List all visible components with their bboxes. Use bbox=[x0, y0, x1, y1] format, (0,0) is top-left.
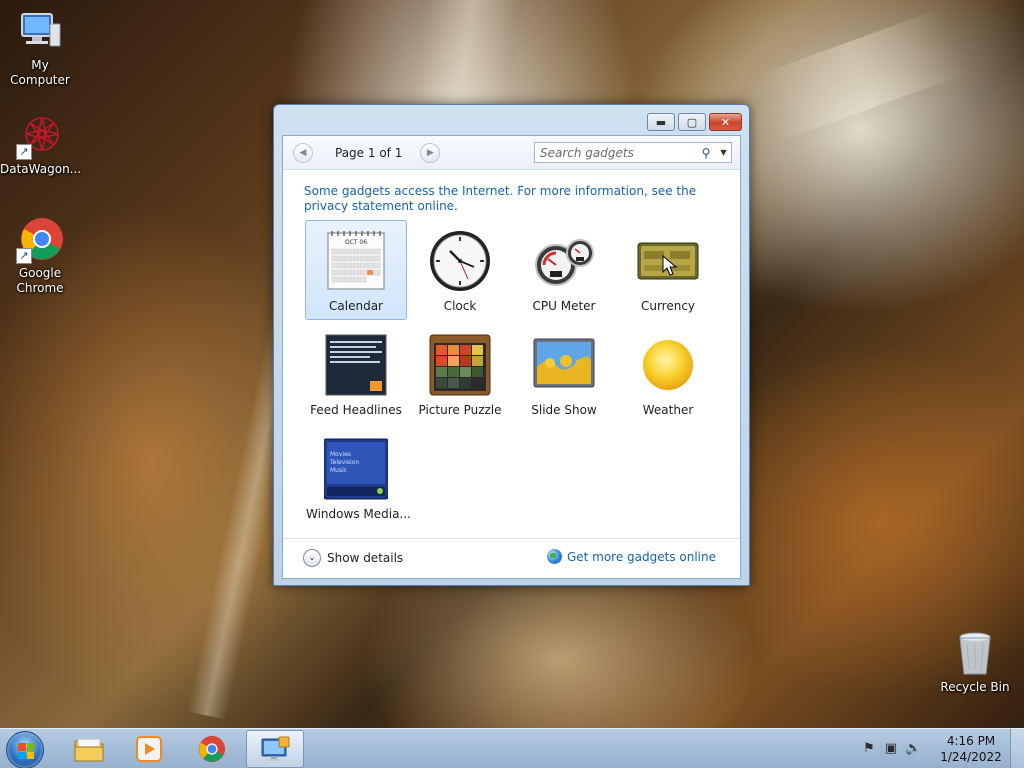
slide-show-icon bbox=[532, 333, 596, 397]
clock-icon bbox=[428, 229, 492, 293]
taskbar: ⚑ ▣ 🔈 4:16 PM 1/24/2022 bbox=[0, 728, 1024, 768]
volume-icon[interactable]: 🔈 bbox=[905, 741, 921, 757]
desktop-icon-datawagon[interactable]: ↗ DataWagon... bbox=[0, 112, 82, 177]
gadget-tile-weather[interactable]: Weather bbox=[617, 324, 719, 424]
show-desktop-button[interactable] bbox=[1010, 729, 1024, 768]
taskbar-chrome-button[interactable] bbox=[183, 730, 241, 768]
recycle-bin-icon bbox=[951, 630, 999, 678]
desktop-icon-label: DataWagon... bbox=[0, 162, 82, 176]
chevron-down-icon: ⌄ bbox=[303, 549, 321, 567]
wallpaper-highlight bbox=[412, 0, 518, 110]
media-menu-item: Movies bbox=[330, 451, 351, 458]
datawagon-icon: ↗ bbox=[16, 112, 64, 160]
gadget-name: Picture Puzzle bbox=[418, 403, 502, 417]
calendar-month-label: OCT 06 bbox=[344, 239, 368, 246]
media-menu-item: Music bbox=[330, 467, 348, 474]
search-dropdown-button[interactable]: ▼ bbox=[715, 148, 731, 157]
gadget-tile-feed-headlines[interactable]: Feed Headlines bbox=[305, 324, 407, 424]
privacy-info-link[interactable]: Some gadgets access the Internet. For mo… bbox=[304, 184, 714, 214]
mouse-cursor-icon bbox=[662, 255, 678, 276]
gadgets-window[interactable]: ▬ ▢ ✕ ◀ Page 1 of 1 ▶ ⚲ ▼ bbox=[273, 104, 750, 586]
desktop-icon-recycle-bin[interactable]: Recycle Bin bbox=[935, 630, 1015, 695]
shortcut-arrow-icon: ↗ bbox=[16, 144, 32, 160]
weather-icon bbox=[636, 333, 700, 397]
wallpaper-highlight bbox=[754, 7, 966, 143]
taskbar-clock[interactable]: 4:16 PM 1/24/2022 bbox=[932, 733, 1010, 765]
gadget-tile-clock[interactable]: Clock bbox=[409, 220, 511, 320]
close-icon: ✕ bbox=[720, 115, 731, 129]
details-bar: ⌄ Show details Get more gadgets online bbox=[283, 538, 740, 578]
taskbar-gadgets-button[interactable] bbox=[246, 730, 304, 768]
next-page-button[interactable]: ▶ bbox=[420, 143, 441, 163]
chrome-icon bbox=[198, 735, 226, 763]
gadget-name: Currency bbox=[640, 299, 696, 313]
currency-icon bbox=[636, 229, 700, 293]
gadget-tile-windows-media-center[interactable]: Movies Television Music Windows Media... bbox=[305, 428, 411, 528]
shortcut-arrow-icon: ↗ bbox=[16, 248, 32, 264]
restore-icon: ▢ bbox=[686, 115, 698, 129]
minimize-button[interactable]: ▬ bbox=[647, 113, 675, 131]
gadget-name: CPU Meter bbox=[532, 299, 596, 313]
gadgets-panel: ◀ Page 1 of 1 ▶ ⚲ ▼ Some gadgets access … bbox=[282, 135, 741, 579]
windows-media-icon: Movies Television Music bbox=[323, 437, 389, 501]
get-more-gadgets-label: Get more gadgets online bbox=[566, 549, 716, 564]
desktop-icon-label: My Computer bbox=[10, 58, 70, 87]
previous-page-button[interactable]: ◀ bbox=[293, 143, 313, 163]
window-controls: ▬ ▢ ✕ bbox=[647, 113, 742, 131]
clock-time: 4:16 PM bbox=[946, 734, 996, 748]
gadget-name: Calendar bbox=[329, 299, 383, 313]
chrome-icon: ↗ bbox=[16, 216, 64, 264]
action-center-flag-icon[interactable]: ⚑ bbox=[861, 741, 877, 757]
desktop-icon-label: Google Chrome bbox=[16, 266, 64, 295]
globe-icon bbox=[546, 549, 562, 564]
gadget-tile-calendar[interactable]: OCT 06 Calendar bbox=[305, 220, 407, 320]
start-button[interactable] bbox=[6, 731, 44, 768]
pager: ◀ Page 1 of 1 ▶ bbox=[293, 143, 441, 163]
gadget-name: Weather bbox=[642, 403, 694, 417]
taskbar-explorer-button[interactable] bbox=[60, 730, 118, 768]
search-box: ⚲ ▼ bbox=[534, 142, 732, 163]
media-player-icon bbox=[136, 736, 162, 762]
desktop-icon-my-computer[interactable]: My Computer bbox=[0, 8, 80, 88]
network-icon[interactable]: ▣ bbox=[883, 741, 899, 757]
cpu-meter-icon bbox=[532, 229, 596, 293]
gadget-name: Windows Media... bbox=[306, 507, 411, 521]
get-more-gadgets-link[interactable]: Get more gadgets online bbox=[546, 549, 716, 564]
media-menu-item: Television bbox=[330, 459, 360, 466]
search-input[interactable] bbox=[535, 143, 697, 162]
page-indicator: Page 1 of 1 bbox=[335, 146, 403, 160]
desktop-icon-label: Recycle Bin bbox=[940, 680, 1010, 694]
picture-puzzle-icon bbox=[428, 333, 492, 397]
search-icon[interactable]: ⚲ bbox=[697, 146, 715, 160]
desktop-icon-google-chrome[interactable]: ↗ Google Chrome bbox=[0, 216, 80, 296]
chevron-right-icon: ▶ bbox=[426, 148, 434, 158]
taskbar-media-player-button[interactable] bbox=[120, 730, 178, 768]
gadget-tile-cpu-meter[interactable]: CPU Meter bbox=[513, 220, 615, 320]
windows-logo-icon bbox=[18, 743, 34, 759]
media-menu: Movies Television Music bbox=[330, 451, 359, 475]
explorer-icon bbox=[74, 738, 104, 762]
chevron-left-icon: ◀ bbox=[299, 148, 307, 158]
gadget-name: Clock bbox=[443, 299, 477, 313]
gadget-tile-slide-show[interactable]: Slide Show bbox=[513, 324, 615, 424]
feed-headlines-icon bbox=[324, 333, 388, 397]
calendar-icon: OCT 06 bbox=[324, 229, 388, 293]
show-details-label: Show details bbox=[327, 551, 404, 565]
clock-date: 1/24/2022 bbox=[940, 750, 1002, 764]
gadget-name: Feed Headlines bbox=[310, 403, 402, 417]
close-button[interactable]: ✕ bbox=[709, 113, 742, 131]
computer-icon bbox=[16, 8, 64, 56]
gadget-name: Slide Show bbox=[531, 403, 597, 417]
gadget-tile-currency[interactable]: Currency bbox=[617, 220, 719, 320]
show-details-button[interactable]: ⌄ Show details bbox=[303, 549, 403, 567]
gadget-tile-picture-puzzle[interactable]: Picture Puzzle bbox=[409, 324, 511, 424]
restore-button[interactable]: ▢ bbox=[678, 113, 706, 131]
toolbar: ◀ Page 1 of 1 ▶ ⚲ ▼ bbox=[283, 136, 740, 170]
minimize-icon: ▬ bbox=[655, 115, 667, 129]
system-tray: ⚑ ▣ 🔈 4:16 PM 1/24/2022 bbox=[858, 729, 1024, 768]
gadgets-icon bbox=[261, 736, 290, 761]
